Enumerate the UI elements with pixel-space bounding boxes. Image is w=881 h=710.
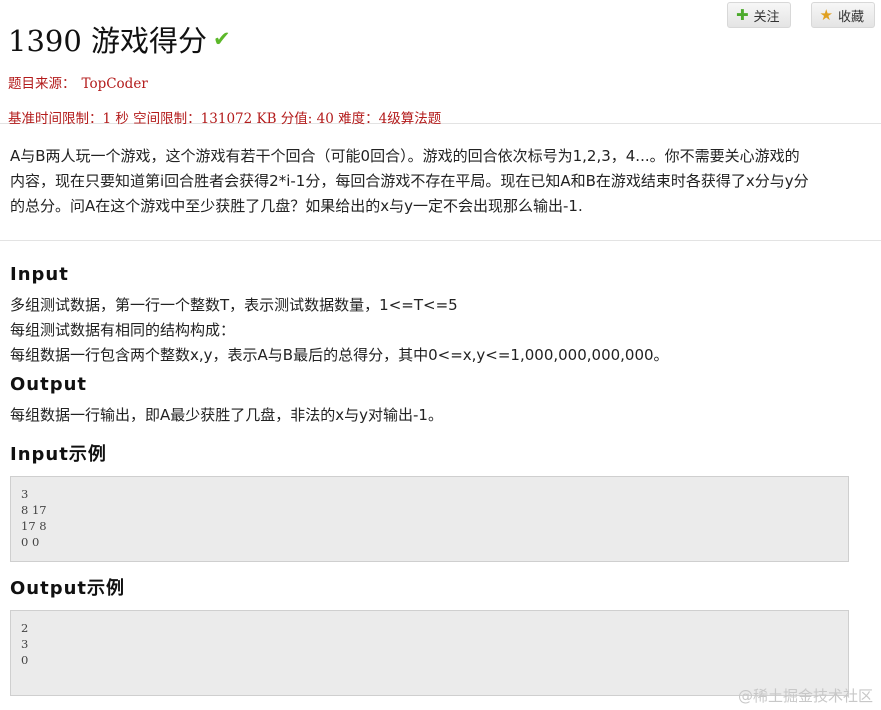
description-line: 内容，现在只要知道第i回合胜者会获得2*i-1分，每回合游戏不存在平局。现在已知… (10, 172, 809, 190)
check-icon: ✔ (213, 27, 231, 51)
source-label: 题目来源： (8, 76, 76, 92)
page-title: 1390 游戏得分 (8, 24, 208, 58)
watermark: @稀土掘金技术社区 (737, 687, 873, 705)
star-icon: ★ (819, 5, 833, 24)
output-example-title: Output示例 (10, 578, 126, 599)
top-action-bar: ✚ 关注 ★ 收藏 (726, 2, 875, 28)
input-line: 每组数据一行包含两个整数x,y，表示A与B最后的总得分，其中0<=x,y<=1,… (10, 346, 669, 364)
problem-description: A与B两人玩一个游戏，这个游戏有若干个回合（可能0回合）。游戏的回合依次标号为1… (0, 124, 881, 241)
description-line: A与B两人玩一个游戏，这个游戏有若干个回合（可能0回合）。游戏的回合依次标号为1… (10, 147, 800, 165)
favorite-button[interactable]: ★ 收藏 (810, 2, 875, 28)
follow-label: 关注 (753, 9, 780, 25)
input-line: 多组测试数据，第一行一个整数T，表示测试数据数量，1<=T<=5 (10, 296, 458, 314)
input-description: 多组测试数据，第一行一个整数T，表示测试数据数量，1<=T<=5 每组测试数据有… (0, 293, 881, 368)
problem-source: 题目来源： TopCoder (8, 72, 881, 92)
input-section-title: Input (10, 264, 69, 285)
source-link[interactable]: TopCoder (82, 76, 148, 92)
output-line: 每组数据一行输出，即A最少获胜了几盘，非法的x与y对输出-1。 (10, 406, 443, 424)
input-example-title: Input示例 (10, 444, 107, 465)
output-description: 每组数据一行输出，即A最少获胜了几盘，非法的x与y对输出-1。 (0, 403, 881, 428)
output-example-box: 2 3 0 (10, 610, 849, 696)
follow-button[interactable]: ✚ 关注 (726, 2, 791, 28)
output-section-title: Output (10, 374, 88, 395)
input-line: 每组测试数据有相同的结构构成： (10, 321, 236, 339)
favorite-label: 收藏 (837, 9, 864, 25)
description-line: 的总分。问A在这个游戏中至少获胜了几盘？如果给出的x与y一定不会出现那么输出-1… (10, 197, 583, 215)
plus-icon: ✚ (735, 5, 749, 24)
input-example-box: 3 8 17 17 8 0 0 (10, 476, 849, 562)
